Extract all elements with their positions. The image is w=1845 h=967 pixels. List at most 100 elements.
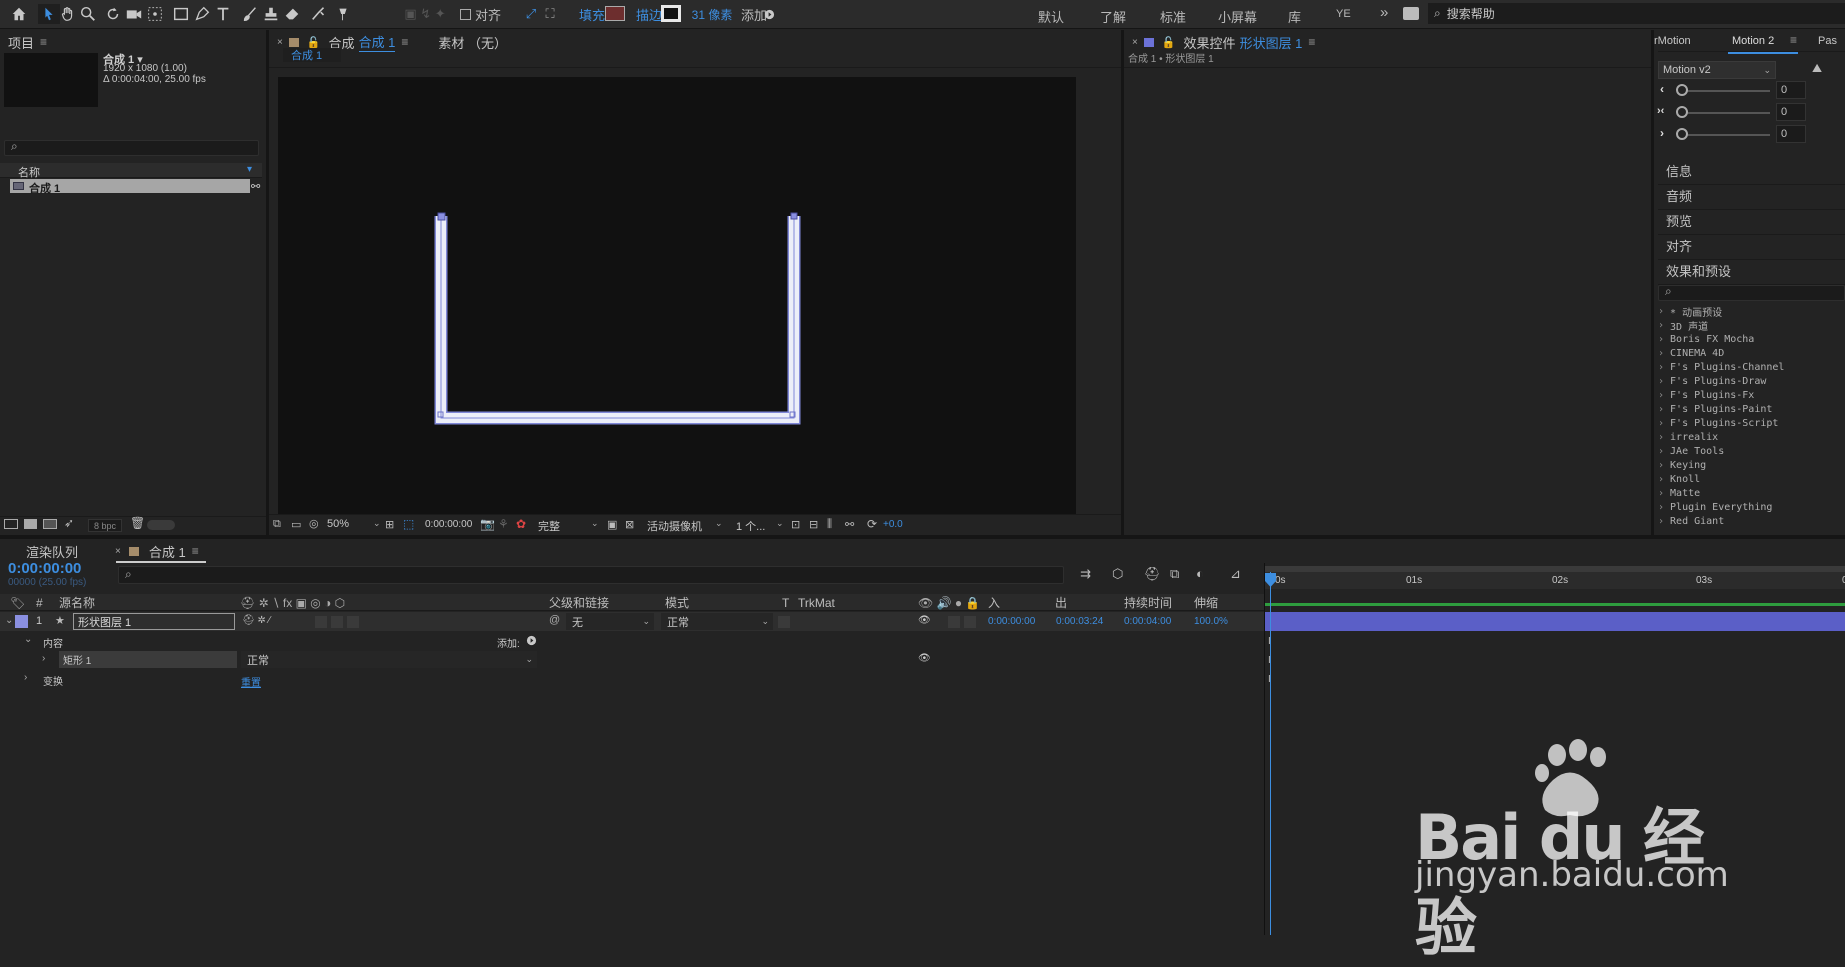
col-source-name[interactable]: 源名称 bbox=[59, 594, 95, 611]
ease-both-knob[interactable] bbox=[1676, 106, 1688, 118]
ease-both-value[interactable]: 0 bbox=[1776, 103, 1806, 121]
region-of-interest-icon[interactable]: ⬚ bbox=[403, 517, 414, 531]
trkmat-box[interactable] bbox=[778, 616, 790, 628]
mountain-icon[interactable]: ⛰ bbox=[1812, 61, 1822, 76]
time-graph[interactable]: 0s 01s 02s 03s 0 I I I bbox=[1264, 563, 1845, 935]
viewer-timecode[interactable]: 0:00:00:00 bbox=[425, 519, 472, 530]
close-icon[interactable]: × bbox=[277, 37, 283, 48]
switches-icons[interactable]: ⛑ ✲ ∖ fx ▣ ◎ ◑ ⬡ bbox=[240, 594, 345, 611]
ease-in-knob[interactable] bbox=[1676, 84, 1688, 96]
help-search-input[interactable]: ⌕ 搜索帮助 bbox=[1428, 3, 1845, 24]
solo-box[interactable] bbox=[948, 616, 960, 628]
ease-both-slider[interactable] bbox=[1680, 112, 1770, 114]
parent-dropdown[interactable]: 无 ⌄ bbox=[566, 613, 654, 630]
playhead-line[interactable] bbox=[1270, 572, 1271, 935]
send-icon[interactable]: ➶ bbox=[64, 516, 74, 530]
close-icon[interactable]: × bbox=[115, 546, 121, 557]
ease-in-value[interactable]: 0 bbox=[1776, 81, 1806, 99]
chevron-down-icon[interactable]: ⌄ bbox=[5, 615, 13, 626]
transform-row[interactable]: › 变换 重置 bbox=[0, 670, 1264, 689]
footage-tab[interactable]: 素材 （无） bbox=[438, 33, 507, 52]
rotate-tool-icon[interactable] bbox=[103, 4, 123, 24]
switch-box[interactable] bbox=[331, 616, 343, 628]
ease-out-knob[interactable] bbox=[1676, 128, 1688, 140]
panel-menu-icon[interactable]: ≡ bbox=[192, 544, 199, 558]
layer-duration-bar[interactable] bbox=[1265, 612, 1845, 631]
workspace-library[interactable]: 库 bbox=[1288, 7, 1301, 26]
timeline-icon[interactable]: ⊟ bbox=[809, 518, 818, 531]
sort-icon[interactable]: ▾ bbox=[247, 164, 252, 175]
camera-dropdown[interactable]: 活动摄像机 bbox=[647, 518, 702, 534]
project-search-input[interactable]: ⌕ bbox=[4, 139, 259, 156]
col-t[interactable]: T bbox=[782, 594, 789, 611]
close-icon[interactable]: × bbox=[1132, 37, 1138, 48]
tab-pas[interactable]: Pas bbox=[1818, 35, 1837, 47]
pick-whip-icon[interactable]: @ bbox=[549, 614, 560, 626]
snap-icon[interactable]: ⤢ bbox=[521, 4, 541, 24]
rectangle-group-row[interactable]: › 矩形 1 正常 ⌄ 👁 bbox=[0, 651, 1264, 669]
ease-in-slider[interactable] bbox=[1680, 90, 1770, 92]
mode-dropdown[interactable]: 正常 ⌄ bbox=[661, 613, 773, 630]
new-folder-icon[interactable] bbox=[24, 519, 37, 529]
comp-flowchart-icon[interactable]: ⚯ bbox=[845, 518, 854, 531]
align-checkbox[interactable] bbox=[460, 8, 471, 20]
hand-tool-icon[interactable] bbox=[58, 4, 78, 24]
composition-viewer[interactable] bbox=[278, 77, 1076, 514]
section-align[interactable]: 对齐 bbox=[1658, 232, 1845, 260]
label-column-icon[interactable]: 🏷 bbox=[10, 594, 25, 611]
col-name[interactable]: 名称 bbox=[18, 164, 40, 180]
col-stretch[interactable]: 伸缩 bbox=[1194, 594, 1218, 611]
number-column[interactable]: # bbox=[36, 594, 43, 611]
brush-tool-icon[interactable] bbox=[240, 4, 260, 24]
flowchart-icon[interactable]: ⫼ bbox=[827, 518, 832, 531]
lock-icon[interactable]: 🔓 bbox=[1162, 36, 1176, 49]
panel-menu-icon[interactable]: ≡ bbox=[401, 35, 408, 49]
workspace-standard[interactable]: 标准 bbox=[1160, 7, 1186, 26]
bpc-button[interactable]: 8 bpc bbox=[88, 519, 122, 532]
workspace-small-screen[interactable]: 小屏幕 bbox=[1218, 7, 1257, 26]
col-in[interactable]: 入 bbox=[988, 594, 1000, 611]
effect-controls-layer[interactable]: 形状图层 1 bbox=[1240, 33, 1303, 52]
exposure-value[interactable]: +0.0 bbox=[883, 519, 903, 530]
section-effects-presets[interactable]: 效果和预设 bbox=[1658, 257, 1845, 285]
switch-box[interactable] bbox=[347, 616, 359, 628]
add-arrow-icon[interactable] bbox=[526, 635, 537, 646]
puppet-pin-tool-icon[interactable] bbox=[333, 4, 353, 24]
project-panel-header[interactable]: 项目 ≡ bbox=[8, 30, 47, 54]
quality-dropdown[interactable]: 完整 bbox=[538, 518, 560, 534]
effect-category[interactable]: Red Giant bbox=[1658, 513, 1724, 529]
rectangle-group-name[interactable]: 矩形 1 bbox=[59, 651, 237, 668]
flowchart-icon[interactable]: ⚯ bbox=[251, 180, 260, 193]
comp-subtab[interactable]: 合成 1 bbox=[283, 48, 341, 62]
clone-stamp-tool-icon[interactable] bbox=[261, 4, 281, 24]
text-tool-icon[interactable] bbox=[213, 4, 233, 24]
col-out[interactable]: 出 bbox=[1055, 594, 1067, 611]
panel-menu-icon[interactable]: ≡ bbox=[1790, 33, 1797, 47]
time-ruler[interactable]: 0s 01s 02s 03s 0 bbox=[1265, 572, 1845, 589]
expand-icon[interactable]: ⛶ bbox=[540, 4, 560, 24]
sync-settings-icon[interactable] bbox=[1403, 7, 1419, 20]
fill-swatch[interactable] bbox=[605, 6, 625, 21]
always-preview-icon[interactable]: ⧉ bbox=[273, 518, 281, 531]
panel-menu-icon[interactable]: ≡ bbox=[1308, 35, 1315, 49]
align-toggle[interactable]: 对齐 bbox=[460, 4, 520, 24]
timeline-comp-tab[interactable]: × 合成 1 ≡ bbox=[115, 539, 199, 563]
section-info[interactable]: 信息 bbox=[1658, 157, 1845, 185]
contents-row[interactable]: ⌄ 内容 添加: bbox=[0, 632, 1264, 650]
layer-switches[interactable]: ⛑ ✲ ∕ bbox=[242, 615, 270, 626]
home-icon[interactable] bbox=[8, 4, 30, 24]
ease-out-slider[interactable] bbox=[1680, 134, 1770, 136]
chevron-right-icon[interactable]: › bbox=[42, 653, 45, 664]
col-parent[interactable]: 父级和链接 bbox=[549, 594, 609, 611]
mask-visibility-icon[interactable]: ◎ bbox=[309, 517, 319, 530]
workspace-default[interactable]: 默认 bbox=[1038, 7, 1064, 26]
eraser-tool-icon[interactable] bbox=[282, 4, 302, 24]
timeline-search-input[interactable]: ⌕ bbox=[118, 566, 1064, 584]
eye-icon[interactable]: 👁 bbox=[918, 653, 931, 664]
layer-row[interactable]: ⌄ 1 ★ 形状图层 1 ⛑ ✲ ∕ @ 无 ⌄ 正常 ⌄ 👁 0:00:00:… bbox=[0, 612, 1264, 631]
pen-tool-icon[interactable] bbox=[192, 4, 212, 24]
zoom-dropdown[interactable]: 50% bbox=[327, 518, 377, 530]
motion-version-dropdown[interactable]: Motion v2 ⌄ bbox=[1658, 61, 1776, 79]
reset-exposure-icon[interactable]: ⟳ bbox=[867, 517, 877, 531]
show-snapshot-icon[interactable]: ⚘ bbox=[498, 517, 509, 531]
